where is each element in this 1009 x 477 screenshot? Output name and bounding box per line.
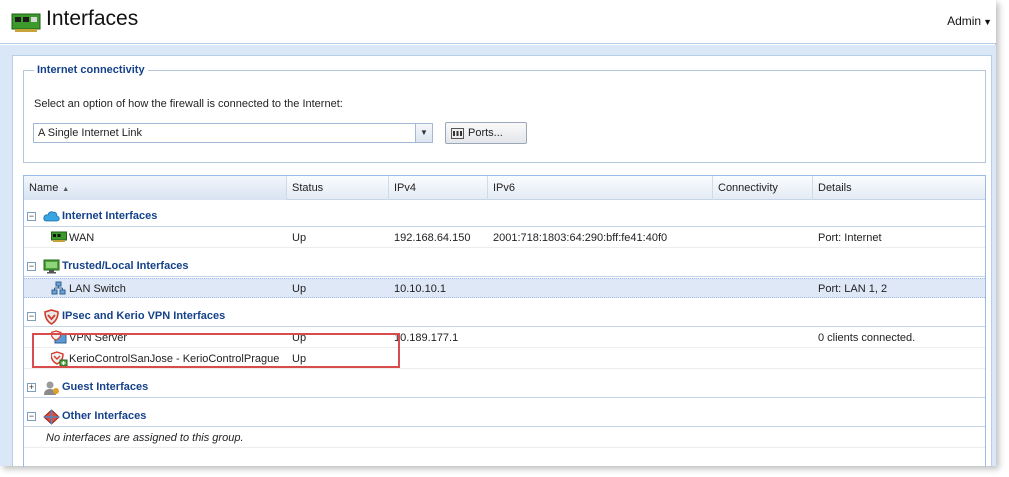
empty-group-row: No interfaces are assigned to this group… [24,428,985,448]
interfaces-grid: Name ▲ Status IPv4 IPv6 Connectivity Det… [23,175,986,467]
group-guest-interfaces[interactable]: + Guest Interfaces [24,378,985,398]
ports-icon [451,127,464,139]
interface-status: Up [292,353,307,365]
interface-details: Port: LAN 1, 2 [818,283,888,295]
interface-name: WAN [69,232,95,244]
interface-ipv4: 10.10.10.1 [394,283,446,295]
column-header-status[interactable]: Status [287,176,389,200]
cloud-icon [43,211,60,222]
interfaces-window: Interfaces Admin ▼ Internet connectivity … [0,0,996,467]
column-header-details[interactable]: Details [813,176,985,200]
diamond-icon [43,409,60,425]
network-card-icon [51,231,67,242]
interface-name: LAN Switch [69,283,126,295]
collapse-icon[interactable]: − [27,312,36,321]
grid-header: Name ▲ Status IPv4 IPv6 Connectivity Det… [24,176,985,200]
column-header-name[interactable]: Name ▲ [24,176,287,200]
column-header-label: IPv4 [394,182,417,194]
collapse-icon[interactable]: − [27,262,36,271]
interface-name: KerioControlSanJose - KerioControlPrague [69,353,280,365]
interface-ipv4: 10.189.177.1 [394,332,459,344]
vpn-server-icon [51,330,67,344]
interface-details: Port: Internet [818,232,882,244]
user-menu[interactable]: Admin ▼ [947,14,992,28]
shield-icon [44,309,59,325]
collapse-icon[interactable]: − [27,412,36,421]
network-card-icon [11,13,41,32]
interface-ipv4: 192.168.64.150 [394,232,471,244]
content-panel: Internet connectivity Select an option o… [12,55,992,467]
connectivity-mode-select[interactable]: A Single Internet Link ▼ [33,123,433,143]
column-header-ipv4[interactable]: IPv4 [389,176,488,200]
interface-status: Up [292,283,307,295]
column-header-ipv6[interactable]: IPv6 [488,176,713,200]
interface-status: Up [292,332,307,344]
content-area: Internet connectivity Select an option o… [0,45,996,467]
table-row[interactable]: VPN Server Up 10.189.177.1 0 clients con… [24,328,985,348]
group-label: IPsec and Kerio VPN Interfaces [62,310,226,322]
guest-user-icon [44,381,59,395]
ports-button[interactable]: Ports... [445,122,527,144]
group-trusted-local-interfaces[interactable]: − Trusted/Local Interfaces [24,257,985,277]
chevron-down-icon: ▼ [983,17,992,27]
group-internet-interfaces[interactable]: − Internet Interfaces [24,207,985,227]
group-label: Other Interfaces [62,410,147,422]
collapse-icon[interactable]: − [27,212,36,221]
group-vpn-interfaces[interactable]: − IPsec and Kerio VPN Interfaces [24,307,985,327]
column-header-label: Connectivity [718,182,778,194]
ports-button-label: Ports... [468,127,503,139]
group-label: Internet Interfaces [62,210,158,222]
sort-ascending-icon: ▲ [60,186,70,193]
group-other-interfaces[interactable]: − Other Interfaces [24,407,985,427]
column-header-label: IPv6 [493,182,516,194]
table-row[interactable]: WAN Up 192.168.64.150 2001:718:1803:64:2… [24,228,985,248]
page-header: Interfaces Admin ▼ [0,0,996,44]
switch-icon [51,281,66,295]
chevron-down-icon[interactable]: ▼ [415,124,432,142]
connectivity-mode-value: A Single Internet Link [38,127,142,139]
internet-connectivity-legend: Internet connectivity [37,64,145,76]
connectivity-description: Select an option of how the firewall is … [34,98,343,110]
expand-icon[interactable]: + [27,383,36,392]
group-label: Trusted/Local Interfaces [62,260,189,272]
interface-name: VPN Server [69,332,128,344]
column-header-connectivity[interactable]: Connectivity [713,176,813,200]
table-row[interactable]: LAN Switch Up 10.10.10.1 Port: LAN 1, 2 [24,278,985,298]
table-row[interactable]: KerioControlSanJose - KerioControlPrague… [24,349,985,369]
interface-details: 0 clients connected. [818,332,916,344]
interface-status: Up [292,232,307,244]
page-title: Interfaces [46,7,139,30]
column-header-label: Details [818,182,852,194]
column-header-label: Status [292,182,324,194]
internet-connectivity-group: Internet connectivity Select an option o… [23,64,986,163]
column-header-label: Name [29,182,59,194]
empty-group-message: No interfaces are assigned to this group… [46,432,244,444]
group-label: Guest Interfaces [62,381,149,393]
monitor-icon [43,259,60,274]
vpn-tunnel-icon [51,351,68,367]
user-menu-label: Admin [947,14,982,28]
interface-ipv6: 2001:718:1803:64:290:bff:fe41:40f0 [493,232,668,244]
